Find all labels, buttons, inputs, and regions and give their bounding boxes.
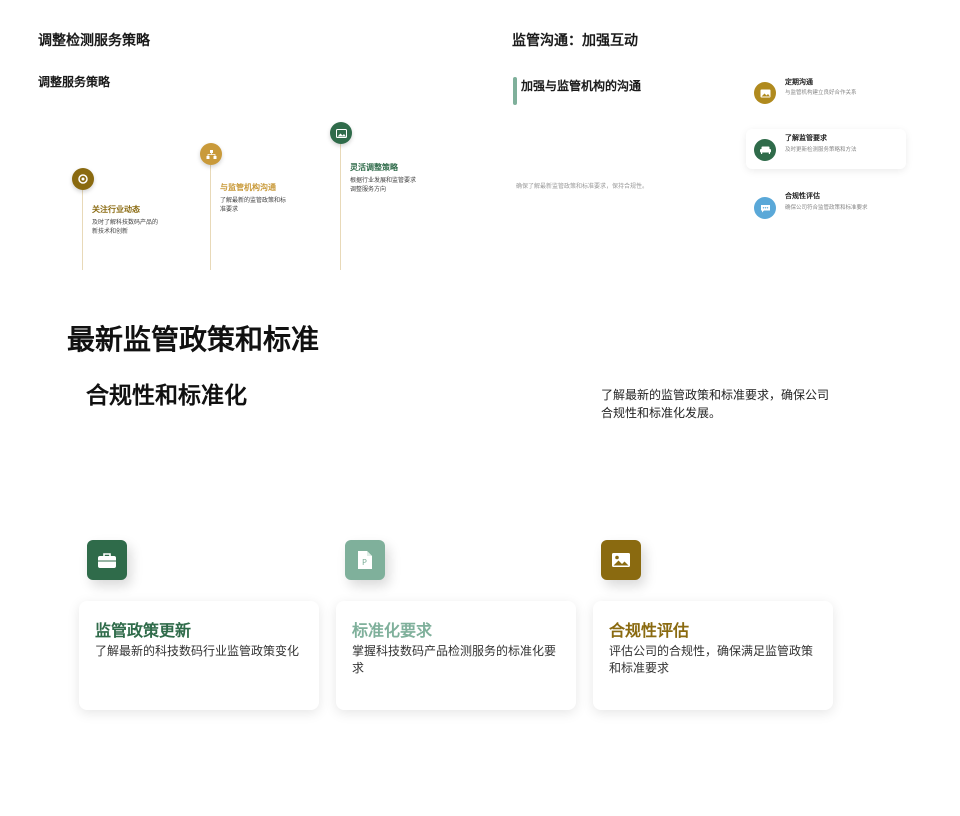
image-icon bbox=[754, 82, 776, 104]
accent-bar bbox=[513, 77, 517, 105]
policy-card-2-desc: 掌握科技数码产品检测服务的标准化要求 bbox=[352, 644, 557, 675]
timeline-slide-subtitle: 调整服务策略 bbox=[38, 75, 111, 89]
policy-card-1-title: 监管政策更新 bbox=[95, 621, 192, 640]
policy-card-2-title: 标准化要求 bbox=[352, 621, 433, 640]
image-icon bbox=[330, 122, 352, 144]
policy-slide-subtitle: 合规性和标准化 bbox=[86, 383, 247, 409]
policy-card: 合规性评估 评估公司的合规性，确保满足监管政策和标准要求 bbox=[593, 601, 833, 710]
timeline-step-1-title: 关注行业动态 bbox=[92, 205, 140, 214]
document-icon: P bbox=[345, 540, 385, 580]
timeline-line-3 bbox=[340, 144, 341, 270]
communication-note: 确保了解最新监管政策和标准要求，保持合规性。 bbox=[516, 183, 649, 190]
target-icon bbox=[72, 168, 94, 190]
image-icon bbox=[601, 540, 641, 580]
comm-item-2-title: 了解监管要求 bbox=[785, 134, 827, 142]
policy-slide-title: 最新监管政策和标准 bbox=[67, 323, 320, 356]
timeline-step-3-title: 灵活调整策略 bbox=[350, 163, 398, 172]
policy-card-3-title: 合规性评估 bbox=[609, 621, 690, 640]
timeline-step-3-desc: 根据行业发展和监管要求调整服务方向 bbox=[350, 177, 417, 193]
comm-item-3-desc: 确保公司符合监管政策和标准要求 bbox=[785, 205, 868, 211]
timeline-step-1-desc: 及时了解科技数码产品的新技术和创新 bbox=[92, 219, 159, 235]
comm-item-3-title: 合规性评估 bbox=[785, 192, 820, 200]
policy-card-1-desc: 了解最新的科技数码行业监管政策变化 bbox=[95, 644, 300, 658]
communication-heading: 加强与监管机构的沟通 bbox=[521, 79, 642, 93]
org-chart-icon bbox=[200, 143, 222, 165]
policy-card: 监管政策更新 了解最新的科技数码行业监管政策变化 bbox=[79, 601, 319, 710]
comm-item-2-desc: 及时更新检测服务策略和方法 bbox=[785, 147, 857, 153]
comm-item-1-title: 定期沟通 bbox=[785, 78, 813, 86]
policy-slide-description: 了解最新的监管政策和标准要求，确保公司合规性和标准化发展。 bbox=[601, 388, 830, 420]
timeline-step-2-title: 与监管机构沟通 bbox=[220, 183, 276, 192]
chat-icon bbox=[754, 197, 776, 219]
policy-card-3-desc: 评估公司的合规性，确保满足监管政策和标准要求 bbox=[609, 644, 814, 675]
couch-icon bbox=[754, 139, 776, 161]
timeline-line-1 bbox=[82, 190, 83, 270]
svg-text:P: P bbox=[362, 558, 367, 567]
policy-card: 标准化要求 掌握科技数码产品检测服务的标准化要求 bbox=[336, 601, 576, 710]
briefcase-icon bbox=[87, 540, 127, 580]
communication-slide-title: 监管沟通：加强互动 bbox=[512, 33, 638, 49]
timeline-slide-title: 调整检测服务策略 bbox=[38, 33, 150, 49]
comm-item-1-desc: 与监管机构建立良好合作关系 bbox=[785, 90, 857, 96]
timeline-line-2 bbox=[210, 165, 211, 270]
timeline-step-2-desc: 了解最新的监管政策和标准要求 bbox=[220, 197, 287, 213]
